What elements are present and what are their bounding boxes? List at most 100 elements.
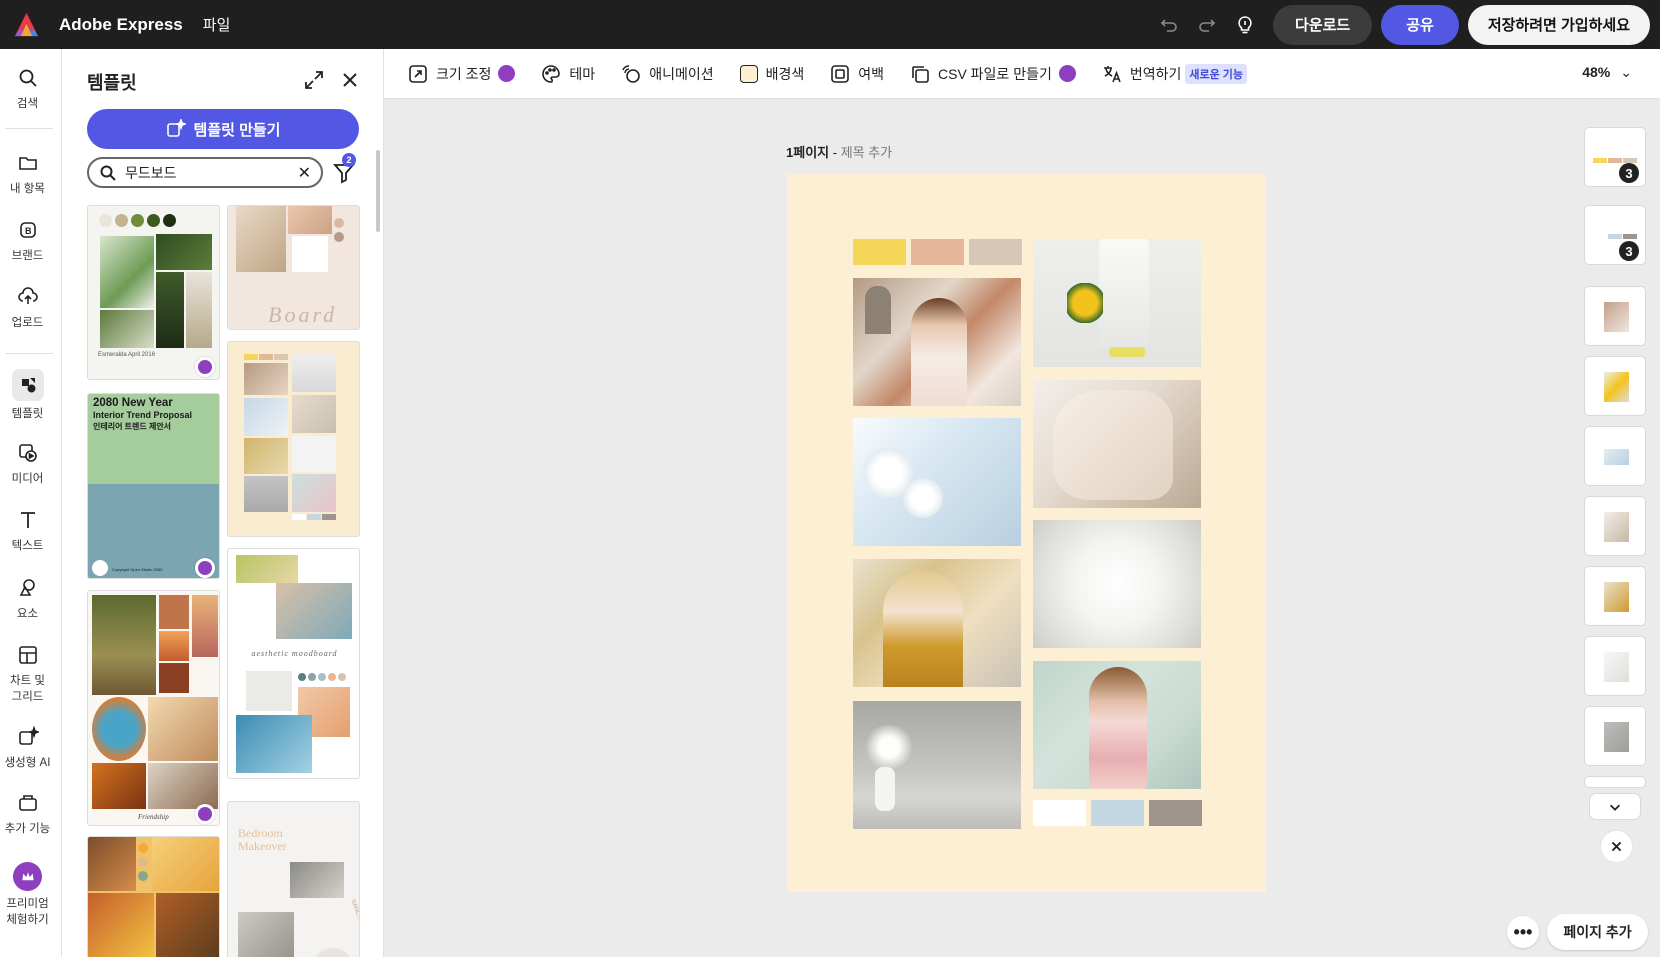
generative-ai-icon [16, 725, 41, 750]
share-button[interactable]: 공유 [1381, 4, 1459, 45]
card-logo-icon [92, 560, 108, 576]
photo-k [244, 363, 288, 395]
translate-button[interactable]: 번역하기 새로운 기능 [1102, 63, 1248, 84]
thumbnail-image [1604, 582, 1629, 612]
photo-a [159, 595, 189, 629]
resize-button[interactable]: 크기 조정 [408, 64, 516, 84]
swatch [274, 354, 288, 360]
rail-item-label: 차트 및 [10, 675, 45, 687]
moodboard-page[interactable] [787, 174, 1266, 892]
clear-search-icon[interactable]: ✕ [298, 163, 311, 183]
color-dot [334, 218, 344, 228]
thumbnail-page-3[interactable] [1584, 286, 1646, 346]
thumbnail-page-7[interactable] [1584, 566, 1646, 626]
close-thumbnails-button[interactable] [1600, 830, 1633, 863]
template-card-green-moodboard[interactable]: Esmeralda April 2016 [87, 205, 220, 380]
thumbnail-page-6[interactable] [1584, 496, 1646, 556]
rail-item-chart-grid[interactable]: 차트 및 그리드 [0, 644, 55, 704]
card-footer: Copyright Open Studio 2080 [112, 567, 163, 572]
animation-button[interactable]: 애니메이션 [621, 64, 714, 84]
photo-vase-flowers[interactable] [853, 701, 1021, 829]
file-menu[interactable]: 파일 [203, 14, 231, 35]
rail-item-text[interactable]: 텍스트 [0, 509, 55, 553]
photo-n [292, 395, 336, 433]
thumbnail-page-10[interactable] [1584, 776, 1646, 788]
rail-divider [5, 128, 53, 129]
photo-u [290, 862, 344, 898]
color-swatch-gray-brown[interactable] [1149, 800, 1202, 826]
color-swatch-taupe[interactable] [969, 239, 1022, 265]
thumbnails-scroll-down[interactable] [1589, 793, 1641, 820]
undo-icon[interactable] [1153, 9, 1185, 41]
card-caption: Esmeralda April 2016 [98, 352, 156, 358]
signup-button[interactable]: 저장하려면 가입하세요 [1467, 4, 1650, 45]
template-card-aesthetic-moodboard[interactable]: aesthetic moodboard [227, 548, 360, 779]
rail-item-upload[interactable]: 업로드 [0, 286, 55, 330]
rail-item-media[interactable]: 미디어 [0, 442, 55, 486]
template-card-interior-trend[interactable]: 2080 New Year Interior Trend Proposal 인테… [87, 393, 220, 579]
template-card-yellow-moodboard[interactable] [87, 836, 220, 957]
bgcolor-button[interactable]: 배경색 [739, 64, 805, 84]
more-options-button[interactable]: ••• [1507, 916, 1539, 948]
premium-crown-icon [195, 804, 215, 824]
rail-item-generative-ai[interactable]: 생성형 AI [0, 725, 55, 770]
photo-white-blossoms[interactable] [853, 418, 1021, 546]
color-swatch-light-blue[interactable] [1091, 800, 1144, 826]
color-swatch-peach[interactable] [911, 239, 964, 265]
template-card-board[interactable]: Board [227, 205, 360, 330]
forest-photo [156, 272, 184, 348]
swatch [1593, 158, 1607, 163]
photo-floral-dress-woman[interactable] [1033, 661, 1201, 789]
photo-smiling-woman[interactable] [853, 278, 1021, 406]
rail-item-addons[interactable]: 추가 기능 [0, 792, 55, 836]
thumbnail-page-4[interactable] [1584, 356, 1646, 416]
field-photo [92, 595, 156, 695]
close-icon[interactable] [339, 69, 361, 91]
margin-button[interactable]: 여백 [830, 64, 884, 84]
figure-shape [1053, 390, 1173, 500]
thumbnail-image [1604, 449, 1629, 465]
thumbnail-page-9[interactable] [1584, 706, 1646, 766]
rail-item-brand[interactable]: B 브랜드 [0, 219, 55, 263]
rail-item-label: 추가 기능 [4, 823, 51, 835]
thumbnail-page-8[interactable] [1584, 636, 1646, 696]
thumbnail-group-2[interactable]: 3 [1584, 205, 1646, 265]
csv-button[interactable]: CSV 파일로 만들기 [910, 64, 1076, 84]
rail-item-elements[interactable]: 요소 [0, 577, 55, 621]
photo-white-pants-flowers[interactable] [1033, 239, 1201, 367]
color-swatch-white[interactable] [1033, 800, 1086, 826]
photo-yellow-scarf-woman[interactable] [853, 559, 1021, 687]
add-page-button[interactable]: 페이지 추가 [1547, 914, 1648, 950]
zoom-dropdown[interactable]: 48% ⌄ [1582, 64, 1632, 81]
animation-icon [622, 64, 640, 83]
rail-item-premium[interactable]: 프리미엄 체험하기 [0, 862, 55, 927]
photo-q [244, 476, 288, 512]
photo-beige-outfit[interactable] [1033, 380, 1201, 508]
panel-scrollbar[interactable] [376, 150, 380, 232]
create-template-button[interactable]: 템플릿 만들기 [87, 109, 359, 149]
color-swatch-yellow[interactable] [853, 239, 906, 265]
adobe-express-logo[interactable] [13, 11, 40, 38]
rail-item-templates[interactable]: 템플릿 [0, 369, 55, 421]
template-card-current-moodboard[interactable] [227, 341, 360, 537]
rail-item-my-items[interactable]: 내 항목 [0, 152, 55, 196]
download-button[interactable]: 다운로드 [1273, 4, 1373, 45]
template-search-input[interactable]: 무드보드 ✕ [87, 157, 323, 188]
page-label[interactable]: 1페이지 - 제목 추가 [786, 142, 892, 161]
addons-icon [16, 792, 40, 816]
zoom-value: 48% [1582, 64, 1611, 80]
template-card-bedroom-makeover[interactable]: Bedroom Makeover SANCTUARY [227, 801, 360, 957]
photo-white-flower[interactable] [1033, 520, 1201, 648]
expand-icon[interactable] [303, 69, 325, 91]
theme-button[interactable]: 테마 [541, 64, 595, 84]
upload-icon [16, 286, 40, 310]
lightbulb-icon[interactable] [1229, 9, 1261, 41]
photo-w [314, 948, 352, 957]
template-card-travel-moodboard[interactable]: Friendship [87, 590, 220, 826]
rail-item-label: 검색 [16, 98, 39, 110]
thumbnail-group-1[interactable]: 3 [1584, 127, 1646, 187]
rail-item-search[interactable]: 검색 [0, 67, 55, 111]
redo-icon[interactable] [1191, 9, 1223, 41]
thumbnail-page-5[interactable] [1584, 426, 1646, 486]
bgcolor-label: 배경색 [765, 65, 805, 82]
